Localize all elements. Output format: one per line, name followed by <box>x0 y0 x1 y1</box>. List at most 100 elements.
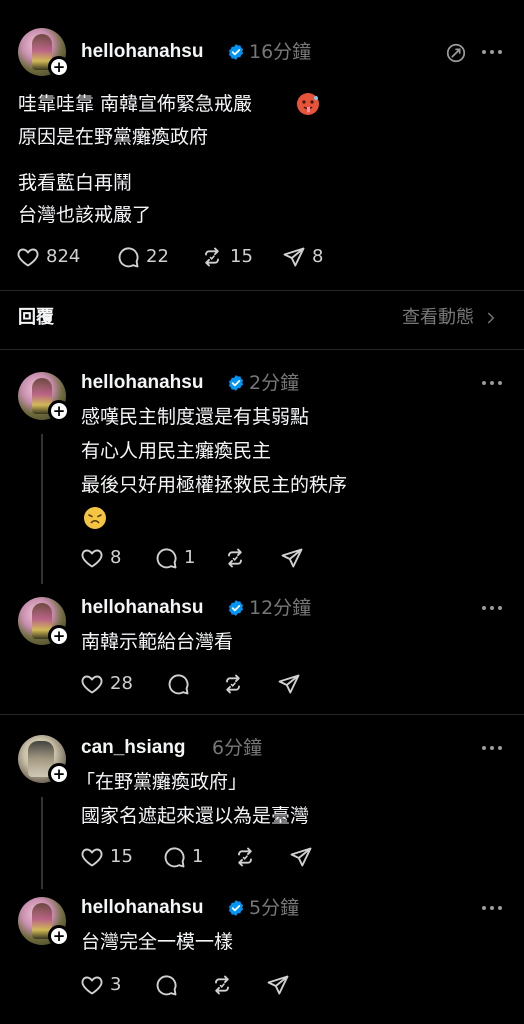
like-count: 8 <box>110 547 122 568</box>
verified-badge-icon <box>227 43 245 61</box>
share-icon <box>280 546 304 570</box>
heart-icon <box>80 546 104 570</box>
share-count: 8 <box>312 246 324 267</box>
more-icon[interactable] <box>482 604 504 612</box>
post-time: 5分鐘 <box>249 897 300 919</box>
comment-icon <box>154 973 178 997</box>
more-icon[interactable] <box>482 48 504 56</box>
post-time: 2分鐘 <box>249 372 300 394</box>
post-text-line: 我看藍白再鬧 <box>18 172 133 194</box>
verified-badge-icon <box>227 599 245 617</box>
view-activity-label: 查看動態 <box>402 307 474 328</box>
share-button[interactable] <box>289 844 313 870</box>
like-count: 15 <box>110 846 133 867</box>
username[interactable]: hellohanahsu <box>81 596 203 620</box>
repost-button[interactable] <box>221 671 245 697</box>
like-button[interactable]: 8 <box>80 545 121 571</box>
comment-icon <box>162 845 186 869</box>
follow-plus-button[interactable]: + <box>48 400 70 422</box>
repost-icon <box>233 845 257 869</box>
comment-button[interactable] <box>154 972 178 998</box>
username[interactable]: hellohanahsu <box>81 40 203 64</box>
more-icon[interactable] <box>482 379 504 387</box>
post-text-line: 南韓示範給台灣看 <box>81 631 234 653</box>
more-icon[interactable] <box>482 744 504 752</box>
post-text-line: 台灣完全一模一樣 <box>81 931 234 953</box>
share-icon <box>282 245 306 269</box>
share-button[interactable] <box>277 671 301 697</box>
post-time: 6分鐘 <box>212 737 263 759</box>
heart-icon <box>16 245 40 269</box>
comment-count: 1 <box>192 846 204 867</box>
verified-badge-icon <box>227 374 245 392</box>
like-button[interactable]: 15 <box>80 844 133 870</box>
verified-badge-icon <box>227 899 245 917</box>
main-post: + hellohanahsu 16分鐘 哇靠哇靠 南韓宣佈緊急戒嚴 原因是在野黨… <box>0 0 524 290</box>
comment-count: 22 <box>146 246 169 267</box>
translate-icon[interactable] <box>445 42 467 64</box>
more-icon[interactable] <box>482 904 504 912</box>
share-icon <box>266 973 290 997</box>
repost-icon <box>210 973 234 997</box>
post-time: 12分鐘 <box>249 597 312 619</box>
reply-post: + can_hsiang 6分鐘 「在野黨癱瘓政府」 國家名遮起來還以為是臺灣 … <box>0 715 524 889</box>
thread-line <box>41 797 43 889</box>
post-text-line: 哇靠哇靠 南韓宣佈緊急戒嚴 <box>18 93 253 115</box>
reply-post: + hellohanahsu 12分鐘 南韓示範給台灣看 28 <box>0 585 524 715</box>
post-time: 16分鐘 <box>249 41 312 63</box>
like-count: 824 <box>46 246 81 267</box>
heart-icon <box>80 845 104 869</box>
repost-count: 15 <box>230 246 253 267</box>
repost-icon <box>200 245 224 269</box>
comment-button[interactable]: 1 <box>154 545 195 571</box>
share-button[interactable]: 8 <box>282 244 323 270</box>
post-text-line: 台灣也該戒嚴了 <box>18 204 152 226</box>
heart-icon <box>80 973 104 997</box>
repost-button[interactable] <box>233 844 257 870</box>
divider <box>0 290 524 291</box>
comment-icon <box>166 672 190 696</box>
username[interactable]: can_hsiang <box>81 736 186 760</box>
like-count: 28 <box>110 673 133 694</box>
like-count: 3 <box>110 974 122 995</box>
follow-plus-button[interactable]: + <box>48 925 70 947</box>
post-text-line: 有心人用民主癱瘓民主 <box>81 440 272 462</box>
username[interactable]: hellohanahsu <box>81 896 203 920</box>
view-activity-link[interactable]: 查看動態 <box>402 306 498 330</box>
follow-plus-button[interactable]: + <box>48 625 70 647</box>
post-text-line: 感嘆民主制度還是有其弱點 <box>81 406 310 428</box>
replies-label: 回覆 <box>18 307 54 328</box>
thread-line <box>41 434 43 584</box>
hot-face-emoji-icon <box>297 93 319 115</box>
share-icon <box>277 672 301 696</box>
post-text-line: 國家名遮起來還以為是臺灣 <box>81 805 310 827</box>
repost-button[interactable]: 15 <box>200 244 253 270</box>
repost-button[interactable] <box>210 972 234 998</box>
share-button[interactable] <box>280 545 304 571</box>
post-text-line: 原因是在野黨癱瘓政府 <box>18 126 209 148</box>
repost-icon <box>221 672 245 696</box>
comment-button[interactable]: 1 <box>162 844 203 870</box>
share-icon <box>289 845 313 869</box>
like-button[interactable]: 3 <box>80 972 121 998</box>
repost-icon <box>223 546 247 570</box>
comment-button[interactable]: 22 <box>116 244 169 270</box>
comment-count: 1 <box>184 547 196 568</box>
comment-icon <box>154 546 178 570</box>
post-text-line: 「在野黨癱瘓政府」 <box>76 771 248 793</box>
post-text-line: 最後只好用極權拯救民主的秩序 <box>81 474 348 496</box>
share-button[interactable] <box>266 972 290 998</box>
reply-post: + hellohanahsu 5分鐘 台灣完全一模一樣 3 <box>0 885 524 1024</box>
heart-icon <box>80 672 104 696</box>
follow-plus-button[interactable]: + <box>48 56 70 78</box>
repost-button[interactable] <box>223 545 247 571</box>
comment-icon <box>116 245 140 269</box>
chevron-right-icon <box>487 312 495 324</box>
username[interactable]: hellohanahsu <box>81 371 203 395</box>
comment-button[interactable] <box>166 671 190 697</box>
like-button[interactable]: 824 <box>16 244 80 270</box>
reply-post: + hellohanahsu 2分鐘 感嘆民主制度還是有其弱點 有心人用民主癱瘓… <box>0 350 524 585</box>
tired-face-emoji-icon <box>84 507 106 529</box>
follow-plus-button[interactable]: + <box>48 763 70 785</box>
like-button[interactable]: 28 <box>80 671 133 697</box>
